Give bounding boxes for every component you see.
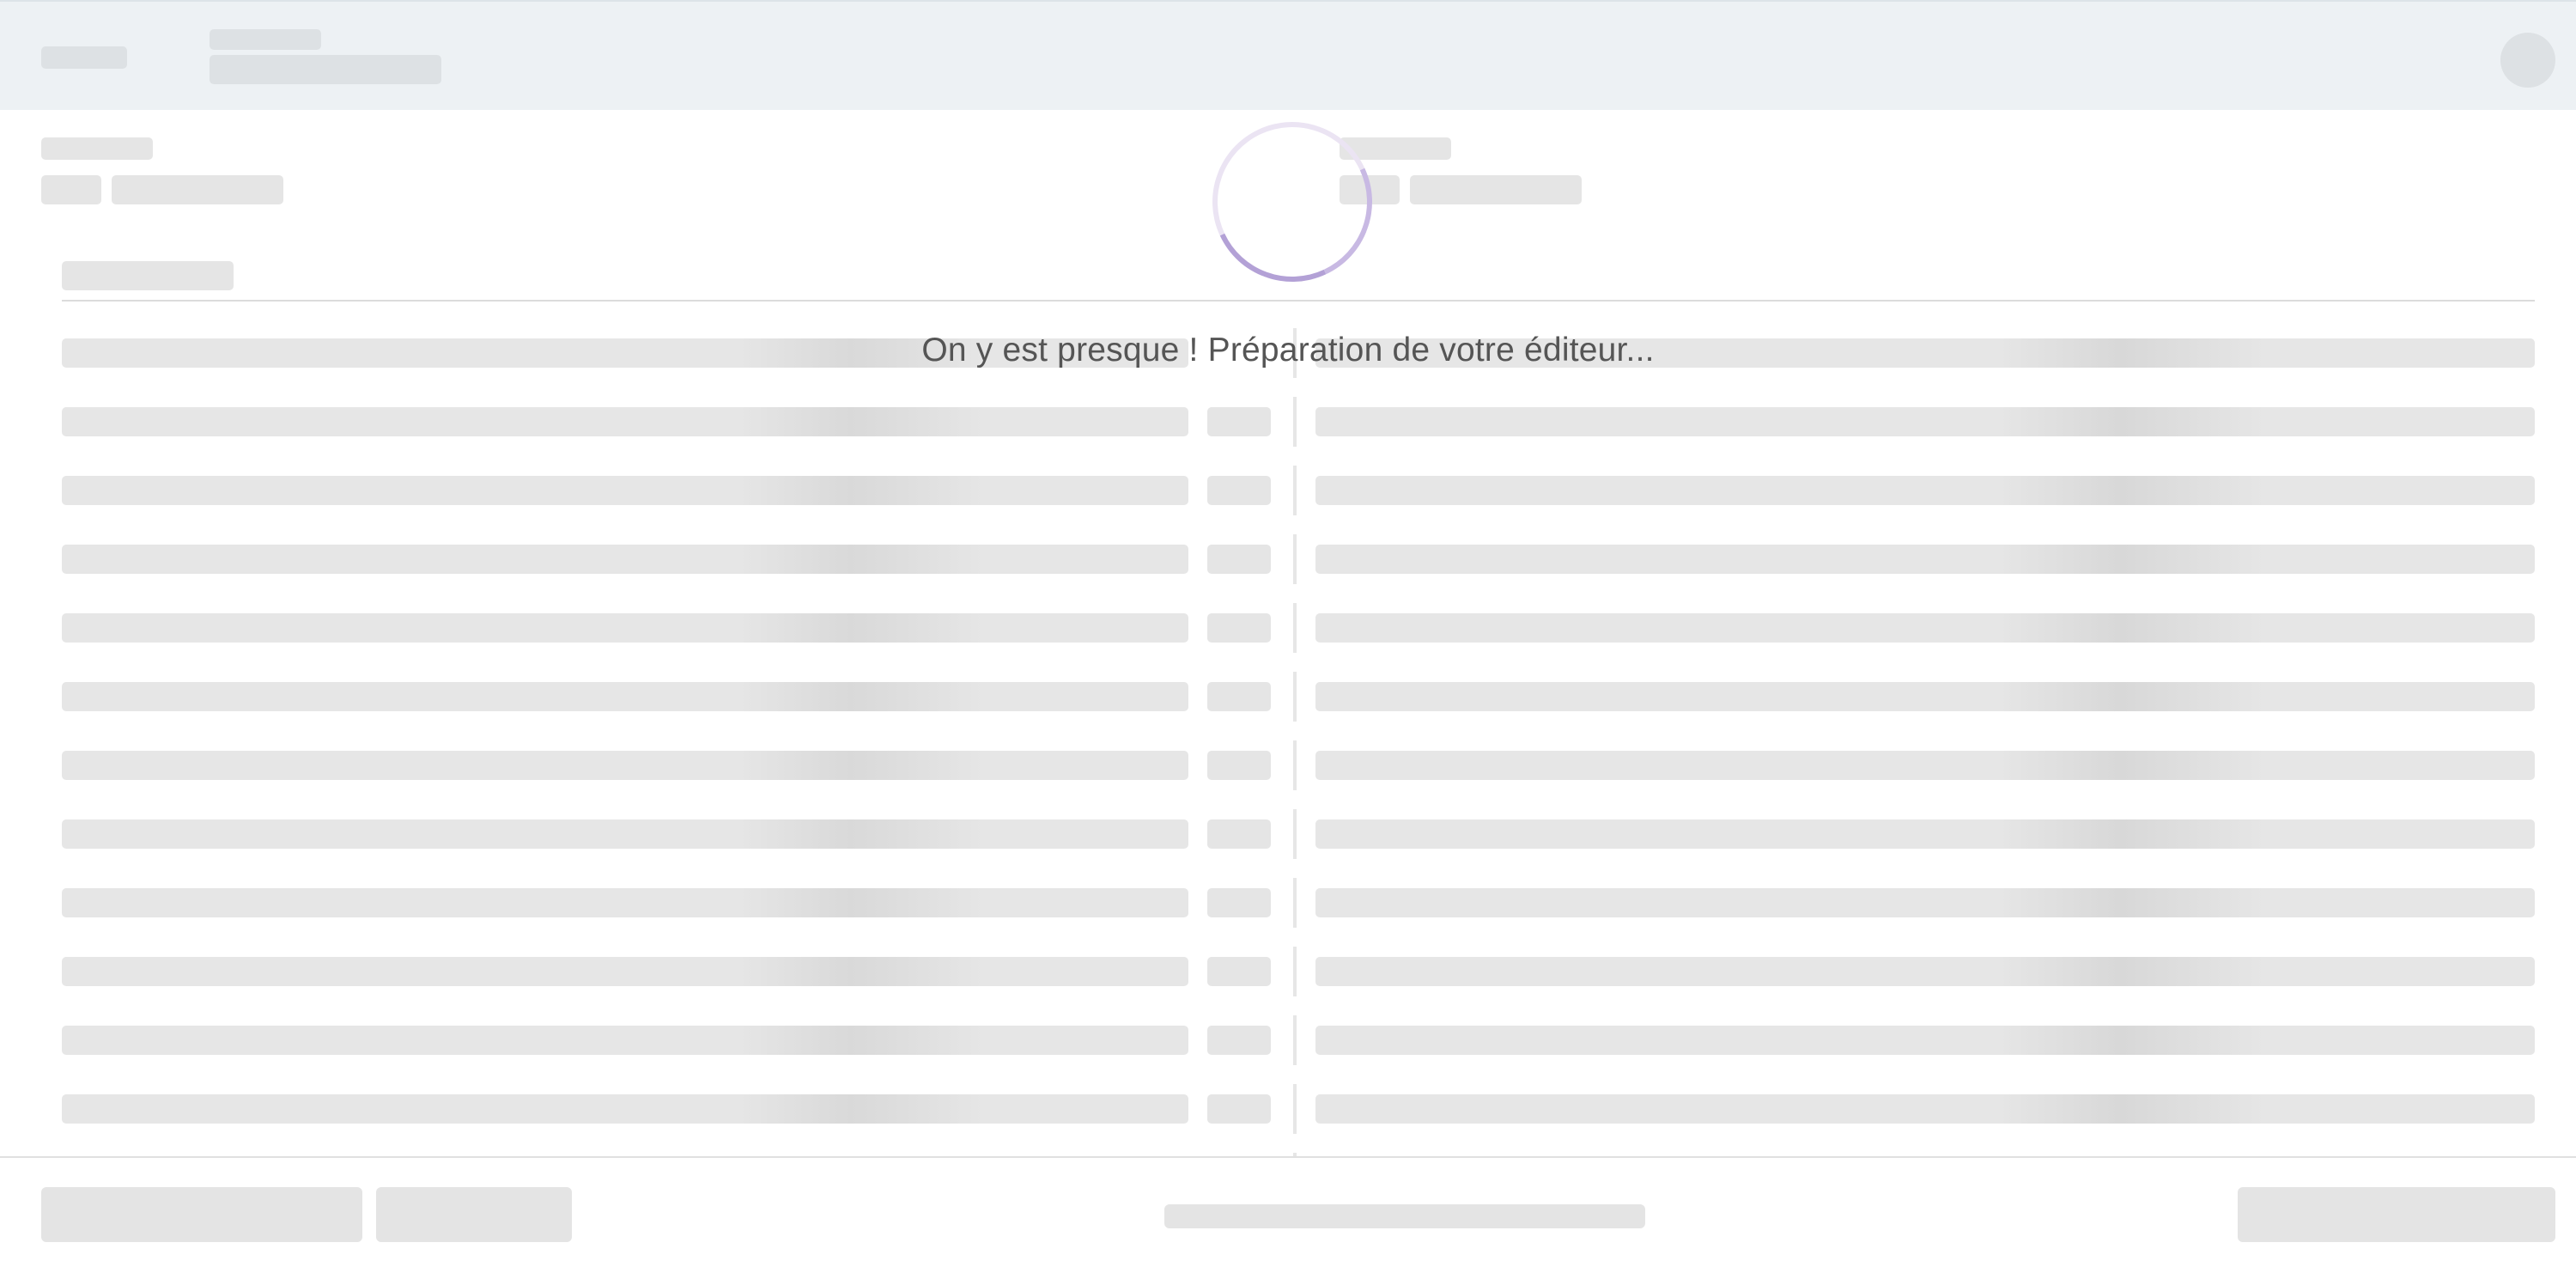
column-divider	[1293, 466, 1297, 515]
header-subtitle-placeholder	[210, 55, 441, 84]
target-text-placeholder	[1315, 407, 2535, 436]
column-divider	[1293, 534, 1297, 584]
column-divider	[1293, 672, 1297, 722]
footer-button-2-placeholder	[376, 1187, 572, 1242]
target-text-placeholder	[1315, 613, 2535, 643]
status-placeholder	[1207, 407, 1271, 436]
target-text-placeholder	[1315, 682, 2535, 711]
status-placeholder	[1207, 957, 1271, 986]
header-placeholder	[0, 0, 2576, 110]
status-placeholder	[1207, 545, 1271, 574]
source-text-placeholder	[62, 819, 1188, 849]
column-divider	[1293, 1015, 1297, 1065]
column-divider	[1293, 947, 1297, 996]
source-text-placeholder	[62, 407, 1188, 436]
source-text-placeholder	[62, 682, 1188, 711]
editor-loading-page: On y est presque ! Préparation de votre …	[0, 0, 2576, 1261]
status-placeholder	[1207, 819, 1271, 849]
footer-button-1-placeholder	[41, 1187, 362, 1242]
source-text-placeholder	[62, 613, 1188, 643]
status-placeholder	[1207, 613, 1271, 643]
loading-spinner-icon	[1189, 99, 1395, 305]
column-divider	[1293, 740, 1297, 790]
left-value-placeholder	[112, 175, 283, 204]
source-text-placeholder	[62, 476, 1188, 505]
footer-button-3-placeholder	[2238, 1187, 2555, 1242]
status-placeholder	[1207, 1026, 1271, 1055]
source-text-placeholder	[62, 957, 1188, 986]
column-divider	[1293, 1084, 1297, 1134]
avatar-placeholder	[2500, 33, 2555, 88]
footer-progress-placeholder	[1164, 1204, 1645, 1228]
status-placeholder	[1207, 1094, 1271, 1124]
column-divider	[1293, 603, 1297, 653]
footer-placeholder	[0, 1156, 2576, 1261]
target-text-placeholder	[1315, 1026, 2535, 1055]
target-text-placeholder	[1315, 819, 2535, 849]
target-text-placeholder	[1315, 1094, 2535, 1124]
status-placeholder	[1207, 682, 1271, 711]
right-value-placeholder	[1410, 175, 1582, 204]
column-divider	[1293, 809, 1297, 859]
column-divider	[1293, 878, 1297, 928]
left-tag-placeholder	[41, 175, 101, 204]
source-text-placeholder	[62, 888, 1188, 917]
header-logo-placeholder	[41, 46, 127, 69]
column-divider	[1293, 397, 1297, 447]
status-placeholder	[1207, 476, 1271, 505]
section-heading-placeholder	[62, 261, 234, 290]
target-text-placeholder	[1315, 888, 2535, 917]
target-text-placeholder	[1315, 545, 2535, 574]
source-text-placeholder	[62, 1026, 1188, 1055]
source-text-placeholder	[62, 545, 1188, 574]
source-text-placeholder	[62, 751, 1188, 780]
source-text-placeholder	[62, 1094, 1188, 1124]
status-placeholder	[1207, 888, 1271, 917]
target-text-placeholder	[1315, 476, 2535, 505]
target-text-placeholder	[1315, 957, 2535, 986]
section-divider	[62, 300, 2535, 302]
loading-message: On y est presque ! Préparation de votre …	[921, 332, 1655, 369]
left-label-placeholder	[41, 137, 153, 160]
target-text-placeholder	[1315, 751, 2535, 780]
header-title-placeholder	[210, 29, 321, 50]
status-placeholder	[1207, 751, 1271, 780]
